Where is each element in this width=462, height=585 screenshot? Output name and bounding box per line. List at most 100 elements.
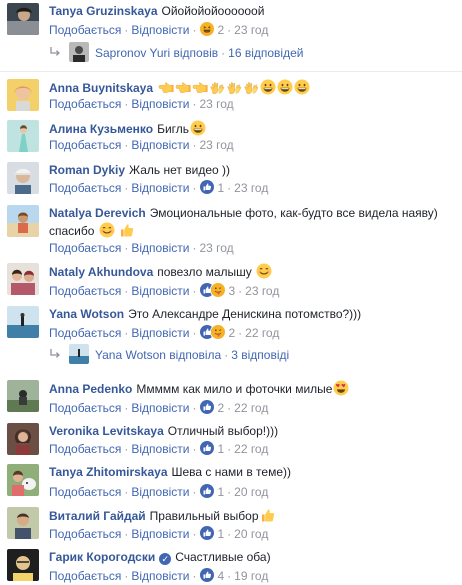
reply-button[interactable]: Відповісти [131,181,189,195]
grin-icon [294,79,310,95]
comment-author[interactable]: Natalya Derevich [49,206,146,220]
reply-button[interactable]: Відповісти [131,401,189,415]
avatar[interactable] [7,263,39,295]
reaction-summary[interactable] [199,525,216,541]
avatar[interactable] [7,79,39,111]
like-icon [199,440,216,456]
reply-button[interactable]: Відповісти [131,569,189,583]
heart-eyes-icon [333,380,349,396]
like-button[interactable]: Подобається [49,326,121,340]
like-button[interactable]: Подобається [49,23,121,37]
comment-actions: Подобається · Відповісти · 3 · 23 год [49,282,280,298]
comment-author[interactable]: Tanya Gruzinskaya [49,4,158,18]
replies-link[interactable]: Sapronov Yuri відповів · 16 відповідей [49,42,459,63]
comment-actions: Подобається · Відповісти · 23 год [49,97,234,111]
comment-time[interactable]: 23 год [199,97,233,111]
reaction-summary[interactable] [199,21,216,37]
avatar[interactable] [7,306,39,338]
like-icon [199,483,216,499]
comment-time[interactable]: 23 год [234,181,268,195]
avatar[interactable] [7,205,39,237]
comment-text: Правильный выбор [149,509,259,523]
comment-author[interactable]: Гарик Корогодски [49,550,155,564]
like-button[interactable]: Подобається [49,442,121,456]
comment-author[interactable]: Anna Pedenko [49,382,132,396]
avatar[interactable] [7,464,39,496]
smile-icon [256,263,272,279]
comment-author[interactable]: Алина Кузьменко [49,122,153,136]
comment-author[interactable]: Nataly Akhundova [49,265,153,279]
like-button[interactable]: Подобається [49,284,121,298]
avatar[interactable] [7,162,39,194]
like-button[interactable]: Подобається [49,241,121,255]
reaction-summary[interactable] [199,324,227,340]
replies-link[interactable]: Yana Wotson відповіла · 3 відповіді [49,344,459,365]
like-button[interactable]: Подобається [49,97,121,111]
like-button[interactable]: Подобається [49,569,121,583]
comment-time[interactable]: 23 год [234,23,268,37]
reaction-summary[interactable] [199,440,216,456]
reaction-summary[interactable] [199,483,216,499]
smile-icon [99,222,115,238]
reply-button[interactable]: Відповісти [131,241,189,255]
avatar[interactable] [7,120,39,152]
like-button[interactable]: Подобається [49,401,121,415]
comment-time[interactable]: 23 год [199,138,233,152]
like-button[interactable]: Подобається [49,181,121,195]
comment-time[interactable]: 20 год [234,527,268,541]
avatar [69,344,89,364]
reply-button[interactable]: Відповісти [131,138,189,152]
comment-author[interactable]: Veronika Levitskaya [49,424,164,438]
reply-button[interactable]: Відповісти [131,23,189,37]
thumbs-up-icon [260,507,276,523]
comment-author[interactable]: Tanya Zhitomirskaya [49,465,168,479]
comment-time[interactable]: 23 год [199,241,233,255]
reaction-summary[interactable] [199,399,216,415]
comment-time[interactable]: 22 год [234,442,268,456]
point-left-icon [158,79,174,95]
replies-verb: відповіла [169,348,222,362]
reaction-summary[interactable] [199,179,216,195]
reply-button[interactable]: Відповісти [131,97,189,111]
avatar[interactable] [7,380,39,412]
avatar[interactable] [7,423,39,455]
comment-text: повезло малышу [157,265,252,279]
comment-actions: Подобається · Відповісти · 1 · 22 год [49,440,269,456]
comment-author[interactable]: Roman Dykiy [49,163,125,177]
comment-actions: Подобається · Відповісти · 23 год [49,241,234,255]
clap-icon [243,79,259,95]
replies-verb: відповів [173,46,219,60]
reply-button[interactable]: Відповісти [131,284,189,298]
comment-actions: Подобається · Відповісти · 1 · 23 год [49,179,269,195]
comment-author[interactable]: Виталий Гайдай [49,509,146,523]
comment-actions: Подобається · Відповісти · 1 · 20 год [49,483,269,499]
point-left-icon [175,79,191,95]
reply-button[interactable]: Відповісти [131,326,189,340]
reply-button[interactable]: Відповісти [131,442,189,456]
comment-time[interactable]: 22 год [234,401,268,415]
avatar[interactable] [7,549,39,581]
comment-text: Ойойойойоооооой [161,4,265,18]
like-button[interactable]: Подобається [49,485,121,499]
avatar [69,42,89,62]
avatar[interactable] [7,507,39,539]
grin-icon [260,79,276,95]
comment-author[interactable]: Anna Buynitskaya [49,81,153,95]
reply-button[interactable]: Відповісти [131,485,189,499]
comment-time[interactable]: 20 год [234,485,268,499]
reaction-summary[interactable] [199,282,227,298]
like-button[interactable]: Подобається [49,527,121,541]
reply-button[interactable]: Відповісти [131,527,189,541]
like-button[interactable]: Подобається [49,138,121,152]
comment-text: Жаль нет видео )) [129,163,230,177]
comment-time[interactable]: 19 год [234,569,268,583]
grin-icon [277,79,293,95]
comment-time[interactable]: 22 год [245,326,279,340]
comment-actions: Подобається · Відповісти · 2 · 22 год [49,324,280,340]
reaction-summary[interactable] [199,567,216,583]
comment-time[interactable]: 23 год [245,284,279,298]
like-icon [199,399,216,415]
comment-author[interactable]: Yana Wotson [49,307,124,321]
point-left-icon [192,79,208,95]
avatar[interactable] [7,3,39,35]
